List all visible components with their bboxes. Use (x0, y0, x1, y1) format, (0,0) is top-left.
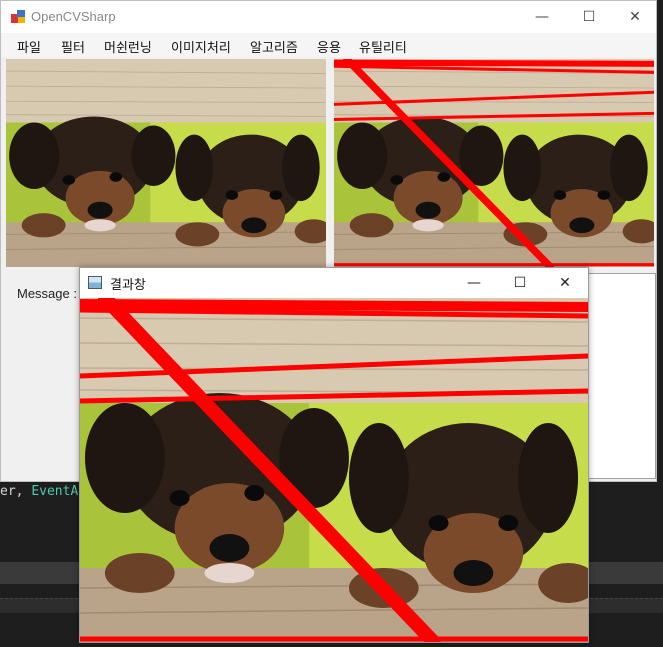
menu-file[interactable]: 파일 (17, 37, 41, 56)
menu-image-processing[interactable]: 이미지처리 (171, 37, 231, 56)
menu-utility[interactable]: 유틸리티 (359, 37, 407, 56)
result-window: 결과창 — ☐ ✕ (79, 267, 589, 643)
menu-machine-learning[interactable]: 머쉰런닝 (104, 37, 152, 56)
detected-line (334, 59, 654, 67)
app-icon (11, 10, 25, 23)
maximize-button[interactable]: ☐ (566, 1, 612, 33)
menu-filter[interactable]: 필터 (61, 37, 85, 56)
menu-algorithm[interactable]: 알고리즘 (250, 37, 298, 56)
message-textbox[interactable] (586, 273, 656, 479)
close-button[interactable]: ✕ (612, 1, 658, 33)
result-preview-image (334, 59, 654, 267)
menu-bar: 파일 필터 머쉰런닝 이미지처리 알고리즘 응용 유틸리티 (1, 33, 656, 57)
result-window-icon (88, 276, 102, 289)
result-image (80, 298, 588, 642)
minimize-button[interactable]: — (519, 1, 565, 33)
main-titlebar[interactable]: OpenCVSharp — ☐ ✕ (1, 1, 656, 33)
detected-line (80, 299, 588, 312)
result-minimize-button[interactable]: — (451, 268, 497, 298)
source-image (6, 59, 326, 267)
message-label: Message : (17, 286, 77, 301)
menu-application[interactable]: 응용 (317, 37, 341, 56)
result-close-button[interactable]: ✕ (542, 268, 588, 298)
result-window-title: 결과창 (110, 278, 146, 293)
result-titlebar[interactable]: 결과창 — ☐ ✕ (80, 268, 588, 298)
result-maximize-button[interactable]: ☐ (497, 268, 543, 298)
window-title: OpenCVSharp (31, 9, 116, 24)
ide-code-prefix: er, (0, 484, 32, 499)
